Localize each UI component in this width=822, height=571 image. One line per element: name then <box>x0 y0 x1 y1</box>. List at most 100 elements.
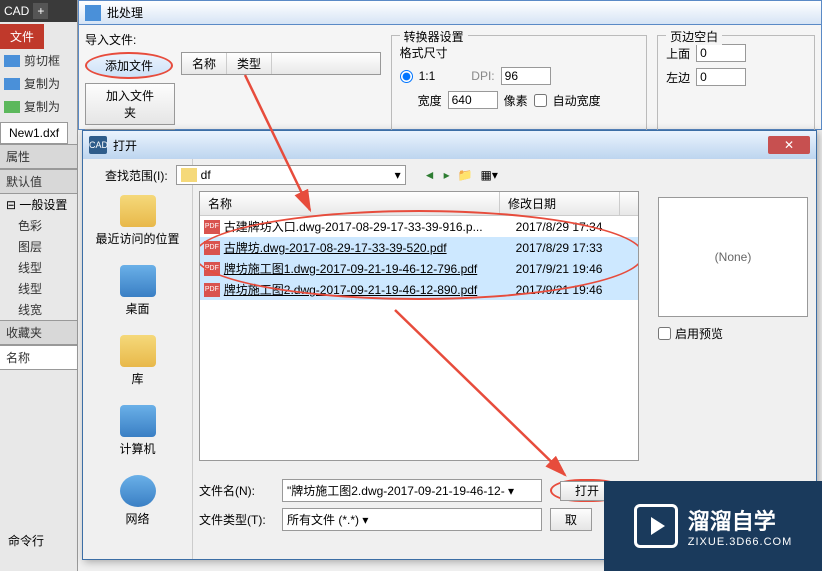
cancel-button[interactable]: 取 <box>550 508 592 531</box>
filename-input[interactable]: "牌坊施工图2.dwg-2017-09-21-19-46-12- ▾ <box>282 479 542 502</box>
library-label: 库 <box>83 370 192 387</box>
copy-icon <box>4 78 20 90</box>
default-header[interactable]: 默认值 <box>0 169 77 194</box>
margin-title: 页边空白 <box>666 28 722 45</box>
up-icon[interactable]: ▸ <box>444 168 450 182</box>
computer-icon <box>120 405 156 437</box>
copy-item[interactable]: 复制为 <box>0 72 77 95</box>
pdf-icon: PDF <box>204 262 220 276</box>
col-type[interactable]: 类型 <box>227 53 272 74</box>
library-icon <box>120 335 156 367</box>
preview-panel: (None) 启用预览 <box>658 197 808 342</box>
fav-header[interactable]: 收藏夹 <box>0 320 77 345</box>
file-name: 牌坊施工图1.dwg-2017-09-21-19-46-12-796.pdf <box>224 260 516 277</box>
place-recent[interactable]: 最近访问的位置 <box>83 189 192 259</box>
place-desktop[interactable]: 桌面 <box>83 259 192 329</box>
dialog-title: 打开 <box>113 137 137 154</box>
dialog-titlebar[interactable]: CAD 打开 ✕ <box>83 131 816 159</box>
auto-width-label: 自动宽度 <box>553 92 601 109</box>
add-doc-icon[interactable]: + <box>33 3 48 19</box>
margin-left-input[interactable] <box>696 68 746 86</box>
enable-preview-label[interactable]: 启用预览 <box>658 325 808 342</box>
file-row[interactable]: PDF 牌坊施工图1.dwg-2017-09-21-19-46-12-796.p… <box>200 258 638 279</box>
watermark-url: ZIXUE.3D66.COM <box>688 536 792 548</box>
batch-titlebar[interactable]: 批处理 <box>79 1 821 25</box>
filename-value: "牌坊施工图2.dwg-2017-09-21-19-46-12- <box>287 484 505 498</box>
filename-label: 文件名(N): <box>199 482 274 499</box>
filetype-combo[interactable]: 所有文件 (*.*) ▾ <box>282 508 542 531</box>
copy-bmp-item[interactable]: 复制为 <box>0 95 77 118</box>
tree-item[interactable]: 线型 <box>0 257 77 278</box>
view-menu-icon[interactable]: ▦▾ <box>481 168 498 182</box>
place-library[interactable]: 库 <box>83 329 192 399</box>
file-row[interactable]: PDF 古建牌坊入口.dwg-2017-08-29-17-33-39-916.p… <box>200 216 638 237</box>
filetype-value: 所有文件 (*.*) <box>287 513 359 527</box>
desktop-icon <box>120 265 156 297</box>
pdf-icon: PDF <box>204 220 220 234</box>
folder-icon <box>181 168 197 182</box>
back-icon[interactable]: ◄ <box>424 168 436 182</box>
filetype-label: 文件类型(T): <box>199 511 274 528</box>
import-list-header: 名称 类型 <box>181 52 381 75</box>
command-line-label: 命令行 <box>0 528 52 553</box>
tree-item[interactable]: 线型 <box>0 278 77 299</box>
auto-width-checkbox[interactable] <box>534 94 547 107</box>
places-sidebar: 最近访问的位置 桌面 库 计算机 网络 <box>83 159 193 559</box>
app-header: CAD + <box>0 0 77 22</box>
bmp-icon <box>4 101 20 113</box>
recent-icon <box>120 195 156 227</box>
recent-label: 最近访问的位置 <box>83 230 192 247</box>
cut-item[interactable]: 剪切框 <box>0 49 77 72</box>
enable-preview-text: 启用预览 <box>675 325 723 342</box>
network-label: 网络 <box>83 510 192 527</box>
cut-icon <box>4 55 20 67</box>
add-folder-button[interactable]: 加入文件夹 <box>85 83 175 125</box>
width-input[interactable] <box>448 91 498 109</box>
width-label: 宽度 <box>418 92 442 109</box>
general-settings[interactable]: 一般设置 <box>0 194 77 215</box>
col-name[interactable]: 名称 <box>182 53 227 74</box>
dpi-input[interactable] <box>501 67 551 85</box>
tree-item[interactable]: 线宽 <box>0 299 77 320</box>
file-tab[interactable]: 文件 <box>0 24 44 49</box>
copy-bmp-label: 复制为 <box>24 98 60 115</box>
watermark: 溜溜自学 ZIXUE.3D66.COM <box>604 481 822 571</box>
pdf-icon: PDF <box>204 241 220 255</box>
computer-label: 计算机 <box>83 440 192 457</box>
margin-top-input[interactable] <box>696 44 746 62</box>
name-header: 名称 <box>0 345 77 370</box>
dpi-label: DPI: <box>471 69 494 83</box>
file-date: 2017/8/29 17:33 <box>516 241 634 255</box>
doc-tab[interactable]: New1.dxf <box>0 122 68 144</box>
network-icon <box>120 475 156 507</box>
format-label: 格式尺寸 <box>400 44 638 61</box>
tree-item[interactable]: 图层 <box>0 236 77 257</box>
batch-window: 批处理 导入文件: 添加文件 加入文件夹 移除 名称 类型 转换器设置 <box>78 0 822 130</box>
batch-title-text: 批处理 <box>107 4 143 21</box>
cad-icon: CAD <box>89 136 107 154</box>
new-folder-icon[interactable]: 📁 <box>458 168 473 182</box>
file-row[interactable]: PDF 古牌坊.dwg-2017-08-29-17-33-39-520.pdf … <box>200 237 638 258</box>
file-row[interactable]: PDF 牌坊施工图2.dwg-2017-09-21-19-46-12-890.p… <box>200 279 638 300</box>
place-computer[interactable]: 计算机 <box>83 399 192 469</box>
folder-name: df <box>201 168 211 182</box>
col-date[interactable]: 修改日期 <box>500 192 620 215</box>
col-name[interactable]: 名称 <box>200 192 500 215</box>
ratio-label: 1:1 <box>419 69 436 83</box>
preview-frame: (None) <box>658 197 808 317</box>
look-in-combo[interactable]: df ▾ <box>176 165 406 185</box>
file-name: 牌坊施工图2.dwg-2017-09-21-19-46-12-890.pdf <box>224 281 516 298</box>
enable-preview-checkbox[interactable] <box>658 327 671 340</box>
ratio-radio[interactable] <box>400 70 413 83</box>
add-file-button[interactable]: 添加文件 <box>85 52 173 79</box>
close-button[interactable]: ✕ <box>768 136 810 154</box>
file-list[interactable]: 名称 修改日期 PDF 古建牌坊入口.dwg-2017-08-29-17-33-… <box>199 191 639 461</box>
pdf-icon: PDF <box>204 283 220 297</box>
props-header[interactable]: 属性 <box>0 144 77 169</box>
file-date: 2017/9/21 19:46 <box>516 262 634 276</box>
tree-item[interactable]: 色彩 <box>0 215 77 236</box>
app-name: CAD <box>4 4 29 18</box>
batch-icon <box>85 5 101 21</box>
place-network[interactable]: 网络 <box>83 469 192 539</box>
cut-label: 剪切框 <box>24 52 60 69</box>
